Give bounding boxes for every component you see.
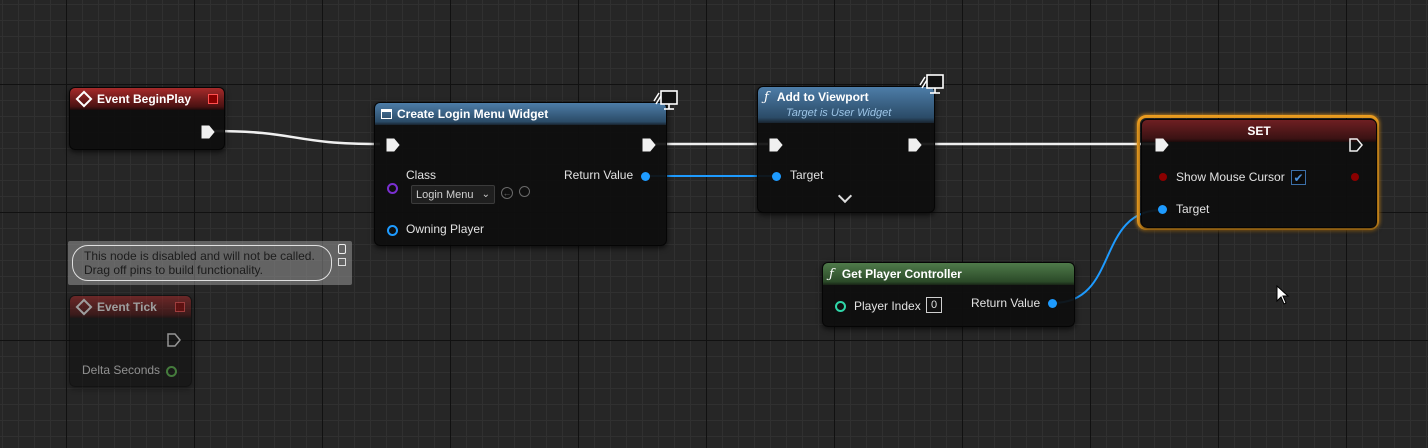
client-monitor-icon [919,74,944,94]
player-index-pin[interactable] [835,301,846,312]
player-index-input[interactable]: 0 [926,297,942,313]
client-monitor-icon [653,90,678,110]
show-mouse-cursor-label: Show Mouse Cursor [1176,170,1285,184]
function-icon: ƒ [829,266,834,282]
return-value-label: Return Value [971,296,1041,310]
player-index-value: 0 [930,299,938,311]
function-icon: ƒ [764,90,769,105]
show-mouse-cursor-in-pin[interactable] [1159,173,1167,181]
event-beginplay-node[interactable]: Event BeginPlay [69,87,225,150]
target-label: Target [1176,202,1210,216]
mouse-cursor-icon [1276,285,1290,305]
disabled-node-tooltip: This node is disabled and will not be ca… [68,241,352,285]
event-diamond-icon [75,298,93,316]
event-tick-node[interactable]: Event Tick Delta Seconds [69,295,192,387]
set-node[interactable]: SET Show Mouse Cursor ✔ Target [1141,119,1377,228]
get-player-controller-header[interactable]: ƒ Get Player Controller [823,263,1074,285]
event-diamond-icon [75,90,93,108]
event-delegate-icon[interactable] [175,302,185,312]
chevron-down-icon: ⌄ [481,189,490,200]
chevron-down-icon[interactable] [837,188,853,204]
tooltip-line-1: This node is disabled and will not be ca… [84,249,315,263]
return-value-pin[interactable] [1048,299,1057,308]
target-label: Target [790,168,824,182]
set-node-title: SET [1247,124,1271,138]
class-dropdown-value: Login Menu [416,188,474,201]
event-delegate-icon[interactable] [208,94,218,104]
set-node-header[interactable]: SET [1142,120,1376,142]
use-selected-icon[interactable]: ← [501,187,513,199]
create-widget-node[interactable]: Create Login Menu Widget Class Login Men… [374,102,667,246]
add-to-viewport-title: Add to Viewport [776,90,869,104]
expand-icon[interactable] [338,258,346,266]
event-beginplay-header[interactable]: Event BeginPlay [70,88,224,110]
event-beginplay-title: Event BeginPlay [97,92,192,106]
class-dropdown[interactable]: Login Menu ⌄ [411,185,495,204]
target-pin[interactable] [1158,205,1167,214]
disabled-node-tooltip-text: This node is disabled and will not be ca… [72,245,332,281]
create-widget-title: Create Login Menu Widget [397,107,549,121]
exec-wire-beginplay-to-create [211,129,381,146]
add-to-viewport-node[interactable]: ƒ Add to Viewport Target is User Widget … [757,86,935,213]
player-index-label: Player Index [854,299,921,313]
get-player-controller-node[interactable]: ƒ Get Player Controller Player Index 0 R… [822,262,1075,327]
get-player-controller-title: Get Player Controller [841,267,962,281]
delta-seconds-pin[interactable] [166,366,177,377]
class-label: Class [406,168,437,182]
owning-player-label: Owning Player [406,222,485,236]
delta-seconds-label: Delta Seconds [82,363,161,377]
pin-icon[interactable] [338,244,346,254]
add-to-viewport-subtitle: Target is User Widget [786,107,892,119]
tooltip-line-2: Drag off pins to build functionality. [84,263,263,277]
event-tick-title: Event Tick [97,300,157,314]
widget-icon [381,109,392,119]
create-widget-header[interactable]: Create Login Menu Widget [375,103,666,125]
show-mouse-cursor-checkbox[interactable]: ✔ [1291,170,1306,185]
event-tick-header[interactable]: Event Tick [70,296,191,318]
show-mouse-cursor-out-pin[interactable] [1351,173,1359,181]
owning-player-pin[interactable] [387,225,398,236]
class-pin[interactable] [387,183,398,194]
browse-search-icon[interactable] [519,186,530,197]
return-value-pin[interactable] [641,172,650,181]
target-pin[interactable] [772,172,781,181]
return-value-label: Return Value [564,168,634,182]
